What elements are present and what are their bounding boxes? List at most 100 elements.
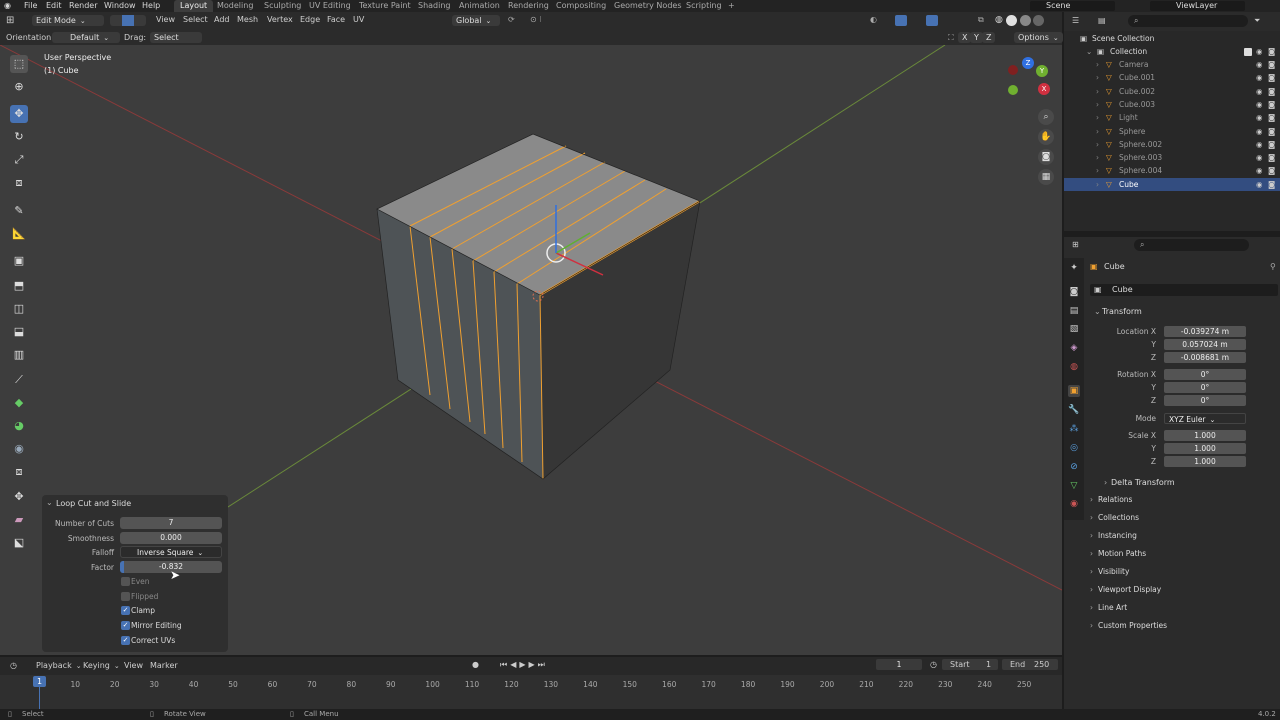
eye-icon[interactable]: ◉ <box>1256 111 1263 124</box>
mirror-y-toggle[interactable]: Y <box>970 32 983 43</box>
properties-search[interactable]: ⌕ <box>1134 239 1249 251</box>
outliner-row[interactable]: › ▽ Sphere.002 ◉ ◙ <box>1064 138 1280 151</box>
snap-icon[interactable]: ⊙ ⁝ <box>530 15 542 24</box>
tab-texture-paint[interactable]: Texture Paint <box>353 0 417 12</box>
menu-face[interactable]: Face <box>327 15 345 24</box>
end-frame-field[interactable]: End 250 <box>1002 659 1058 670</box>
tab-rendering[interactable]: Rendering <box>502 0 555 12</box>
outliner-row[interactable]: › ▽ Cube.002 ◉ ◙ <box>1064 85 1280 98</box>
viewlayer-selector[interactable]: ViewLayer <box>1150 1 1245 11</box>
object-datablock[interactable]: ▣ Cube <box>1090 284 1278 296</box>
properties-section[interactable]: › Viewport Display <box>1090 582 1276 598</box>
outliner-editor-icon[interactable]: ☰ <box>1072 16 1079 25</box>
camera-render-icon[interactable]: ◙ <box>1268 151 1275 164</box>
smooth-icon[interactable]: ◉ <box>10 440 28 458</box>
menu-mesh[interactable]: Mesh <box>237 15 258 24</box>
loop-cut-icon[interactable]: ▥ <box>10 346 28 364</box>
rotation-x-field[interactable]: 0° <box>1164 369 1246 380</box>
rotation-y-field[interactable]: 0° <box>1164 382 1246 393</box>
camera-render-icon[interactable]: ◙ <box>1268 178 1275 191</box>
shading-material-icon[interactable] <box>1020 15 1031 26</box>
bevel-icon[interactable]: ⬓ <box>10 323 28 341</box>
eye-icon[interactable]: ◉ <box>1256 58 1263 71</box>
mode-selector[interactable]: Edit Mode <box>32 15 104 26</box>
rip-icon[interactable]: ⬕ <box>10 534 28 552</box>
properties-section[interactable]: › Collections <box>1090 510 1276 526</box>
timeline-editor-icon[interactable]: ◷ <box>10 661 17 670</box>
extrude-icon[interactable]: ⬒ <box>10 277 28 295</box>
output-tab-icon[interactable]: ▤ <box>1068 305 1080 317</box>
menu-edit[interactable]: Edit <box>46 0 62 12</box>
eye-icon[interactable]: ◉ <box>1256 85 1263 98</box>
playback-menu[interactable]: Playback <box>36 661 82 670</box>
menu-edge[interactable]: Edge <box>300 15 320 24</box>
menu-window[interactable]: Window <box>104 0 136 12</box>
shear-icon[interactable]: ▰ <box>10 511 28 529</box>
shading-wireframe-icon[interactable]: ◍ <box>995 15 1003 25</box>
menu-add[interactable]: Add <box>214 15 230 24</box>
expand-icon[interactable]: › <box>1096 178 1099 191</box>
delta-transform-section[interactable]: Delta Transform <box>1111 478 1175 487</box>
eye-icon[interactable]: ◉ <box>1256 98 1263 111</box>
expand-icon[interactable]: › <box>1096 98 1099 111</box>
camera-render-icon[interactable]: ◙ <box>1268 164 1275 177</box>
tool-tab-icon[interactable]: ✦ <box>1068 262 1080 274</box>
camera-render-icon[interactable]: ◙ <box>1268 85 1275 98</box>
pin-icon[interactable]: ⚲ <box>1270 262 1276 271</box>
zoom-icon[interactable]: ⌕ <box>1038 109 1054 125</box>
properties-editor-icon[interactable]: ⊞ <box>1072 240 1079 249</box>
scale-y-field[interactable]: 1.000 <box>1164 443 1246 454</box>
spin-icon[interactable]: ◕ <box>10 417 28 435</box>
flipped-checkbox[interactable] <box>121 592 130 601</box>
outliner-search[interactable]: ⌕ <box>1128 15 1248 27</box>
gizmo-x-icon[interactable]: X <box>1038 83 1050 95</box>
pan-hand-icon[interactable]: ✋ <box>1038 129 1054 145</box>
clock-icon[interactable]: ◷ <box>930 660 937 669</box>
transform-icon[interactable]: ⧈ <box>10 174 28 192</box>
properties-section[interactable]: › Motion Paths <box>1090 546 1276 562</box>
display-mode-icon[interactable]: ▤ <box>1098 16 1106 25</box>
properties-section[interactable]: › Relations <box>1090 492 1276 508</box>
chevron-down-icon[interactable]: ⌄ <box>1094 307 1101 316</box>
camera-render-icon[interactable]: ◙ <box>1268 45 1275 58</box>
expand-icon[interactable]: › <box>1096 151 1099 164</box>
cursor-icon[interactable]: ⊕ <box>10 78 28 96</box>
gizmo-neg-x-icon[interactable] <box>1008 65 1018 75</box>
menu-file[interactable]: File <box>24 0 37 12</box>
properties-section[interactable]: › Instancing <box>1090 528 1276 544</box>
marker-menu[interactable]: Marker <box>150 661 178 670</box>
location-z-field[interactable]: -0.008681 m <box>1164 352 1246 363</box>
perspective-toggle-icon[interactable]: ▦ <box>1038 169 1054 185</box>
tab-animation[interactable]: Animation <box>453 0 506 12</box>
camera-view-icon[interactable]: ◙ <box>1038 149 1054 165</box>
annotate-icon[interactable]: ✎ <box>10 202 28 220</box>
expand-icon[interactable]: › <box>1096 85 1099 98</box>
gizmo-neg-y-icon[interactable] <box>1008 85 1018 95</box>
menu-help[interactable]: Help <box>142 0 160 12</box>
constraints-tab-icon[interactable]: ⊘ <box>1068 461 1080 473</box>
particles-tab-icon[interactable]: ⁂ <box>1068 423 1080 435</box>
blender-logo-icon[interactable]: ◉ <box>4 0 11 12</box>
material-tab-icon[interactable]: ◉ <box>1068 498 1080 510</box>
eye-icon[interactable]: ◉ <box>1256 125 1263 138</box>
gizmo-z-icon[interactable]: Z <box>1022 57 1034 69</box>
move-icon[interactable]: ✥ <box>10 105 28 123</box>
tab-geometry-nodes[interactable]: Geometry Nodes <box>608 0 687 12</box>
smoothness-field[interactable]: 0.000 <box>120 532 222 544</box>
measure-icon[interactable]: 📐 <box>10 225 28 243</box>
poly-build-icon[interactable]: ◆ <box>10 394 28 412</box>
tab-layout[interactable]: Layout <box>174 0 214 12</box>
scene-selector[interactable]: Scene <box>1030 1 1115 11</box>
select-box-icon[interactable]: ⬚ <box>10 55 28 73</box>
eye-icon[interactable]: ◉ <box>1256 138 1263 151</box>
scale-x-field[interactable]: 1.000 <box>1164 430 1246 441</box>
render-tab-icon[interactable]: ◙ <box>1068 286 1080 298</box>
gizmo-y-icon[interactable]: Y <box>1036 65 1048 77</box>
knife-icon[interactable]: ⟋ <box>10 371 28 389</box>
chevron-right-icon[interactable]: › <box>1104 478 1107 487</box>
eye-icon[interactable]: ◉ <box>1256 71 1263 84</box>
start-frame-field[interactable]: Start 1 <box>942 659 998 670</box>
pivot-icon[interactable]: ⟳ <box>508 15 515 24</box>
view-menu[interactable]: View <box>124 661 143 670</box>
camera-render-icon[interactable]: ◙ <box>1268 111 1275 124</box>
